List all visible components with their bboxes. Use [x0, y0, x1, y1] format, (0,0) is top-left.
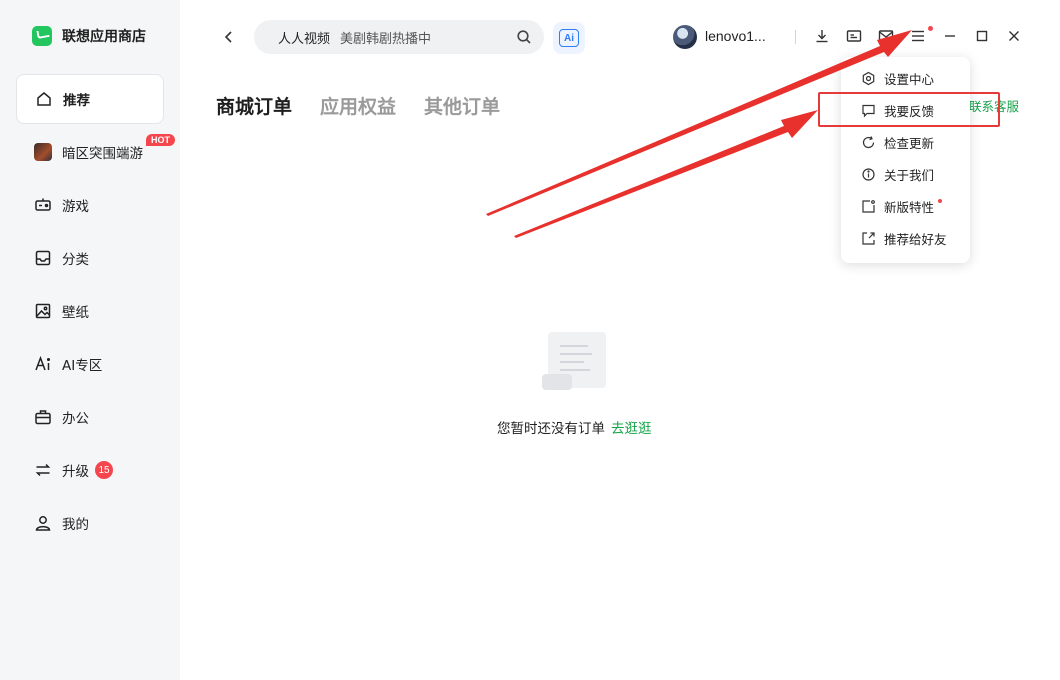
new-feature-icon: [862, 199, 875, 213]
new-feature-dot: [938, 199, 942, 203]
hot-badge: HOT: [146, 134, 175, 146]
search-hint-secondary: 美剧韩剧热播中: [340, 31, 432, 47]
sidebar-item-upgrade[interactable]: 升级 15: [16, 445, 164, 495]
search-input[interactable]: 人人视频 美剧韩剧热播中: [254, 20, 544, 54]
menu-item-label: 关于我们: [884, 167, 935, 183]
menu-item-check-update[interactable]: 检查更新: [841, 126, 970, 158]
empty-state: 您暂时还没有订单 去逛逛: [497, 417, 652, 437]
image-icon: [34, 302, 52, 320]
search-hint-primary: 人人视频: [278, 31, 331, 47]
gamepad-icon: [34, 196, 52, 214]
mail-button[interactable]: [877, 27, 895, 45]
close-button[interactable]: [1005, 27, 1023, 45]
menu-item-share[interactable]: 推荐给好友: [841, 222, 970, 254]
sidebar-item-label: 升级: [62, 464, 89, 480]
menu-item-label: 检查更新: [884, 135, 935, 151]
avatar[interactable]: [673, 25, 697, 49]
username[interactable]: lenovo1...: [705, 28, 766, 44]
sidebar-item-ai[interactable]: AI专区: [16, 339, 164, 389]
home-icon: [35, 90, 53, 108]
gear-icon: [862, 71, 875, 85]
contact-support-link[interactable]: 联系客服: [969, 96, 1019, 115]
share-icon: [862, 231, 875, 245]
chevron-left-icon: [224, 31, 232, 43]
app-logo-icon: [32, 26, 52, 46]
sidebar-item-category[interactable]: 分类: [16, 233, 164, 283]
inbox-icon: [34, 249, 52, 267]
sidebar-item-label: 推荐: [63, 93, 90, 109]
upgrade-count-badge: 15: [95, 461, 113, 479]
menu-notification-dot: [928, 26, 933, 31]
brand: 联想应用商店: [32, 26, 146, 46]
menu-item-label: 新版特性: [884, 199, 935, 215]
brand-name: 联想应用商店: [62, 29, 146, 45]
ai-icon: [34, 355, 52, 373]
tab-store-orders[interactable]: 商城订单: [216, 92, 292, 119]
sidebar-item-label: AI专区: [62, 358, 103, 374]
sidebar-item-games[interactable]: 游戏: [16, 180, 164, 230]
minimize-button[interactable]: [941, 27, 959, 45]
main-menu-dropdown: 设置中心 我要反馈 检查更新 关于我们 新版特性 推荐给好友: [841, 57, 970, 263]
user-icon: [34, 514, 52, 532]
sidebar-item-wallpaper[interactable]: 壁纸: [16, 286, 164, 336]
menu-item-feedback[interactable]: 我要反馈: [841, 94, 970, 126]
sidebar-item-label: 我的: [62, 517, 89, 533]
main-menu-button[interactable]: [909, 27, 927, 45]
menu-item-whats-new[interactable]: 新版特性: [841, 190, 970, 222]
tab-app-benefits[interactable]: 应用权益: [320, 92, 396, 119]
hamburger-menu-icon: [912, 30, 924, 42]
maximize-button[interactable]: [973, 27, 991, 45]
chat-bubble-icon: [862, 104, 875, 117]
sidebar-item-recommend[interactable]: 推荐: [16, 74, 164, 124]
ai-assistant-button[interactable]: Ai: [553, 22, 585, 54]
browse-link[interactable]: 去逛逛: [611, 417, 652, 437]
maximize-icon: [976, 30, 988, 42]
menu-item-label: 我要反馈: [884, 103, 935, 119]
sidebar-item-dark-zone[interactable]: 暗区突围端游 HOT: [16, 127, 175, 177]
search-icon[interactable]: [516, 29, 532, 45]
download-button[interactable]: [813, 27, 831, 45]
sidebar-item-label: 壁纸: [62, 305, 89, 321]
empty-orders-illustration: [542, 332, 606, 390]
swap-arrows-icon: [34, 461, 52, 479]
sidebar-item-label: 游戏: [62, 199, 89, 215]
annotation-arrow: [514, 110, 818, 238]
minimize-icon: [945, 35, 955, 37]
sidebar-item-mine[interactable]: 我的: [16, 498, 164, 548]
menu-item-about[interactable]: 关于我们: [841, 158, 970, 190]
refresh-icon: [862, 135, 875, 148]
info-icon: [862, 167, 875, 181]
sidebar-item-office[interactable]: 办公: [16, 392, 164, 442]
back-button[interactable]: [218, 26, 240, 48]
sidebar-item-label: 办公: [62, 411, 89, 427]
ai-icon: Ai: [559, 29, 579, 47]
screen-button[interactable]: [845, 27, 863, 45]
sidebar: 联想应用商店 推荐 暗区突围端游 HOT 游戏 分类 壁纸 AI专区 办公 升级…: [0, 0, 180, 680]
briefcase-icon: [34, 408, 52, 426]
menu-item-label: 推荐给好友: [884, 231, 947, 247]
menu-item-settings[interactable]: 设置中心: [841, 62, 970, 94]
empty-state-message: 您暂时还没有订单: [497, 421, 605, 437]
header-divider: [795, 30, 796, 44]
tab-other-orders[interactable]: 其他订单: [424, 92, 500, 119]
screen-icon: [846, 30, 862, 42]
game-thumbnail-icon: [34, 143, 52, 161]
download-icon: [816, 30, 828, 43]
sidebar-item-label: 分类: [62, 252, 89, 268]
menu-item-label: 设置中心: [884, 71, 935, 87]
sidebar-item-label: 暗区突围端游: [62, 146, 143, 162]
close-icon: [1009, 31, 1019, 41]
mail-icon: [878, 30, 894, 42]
